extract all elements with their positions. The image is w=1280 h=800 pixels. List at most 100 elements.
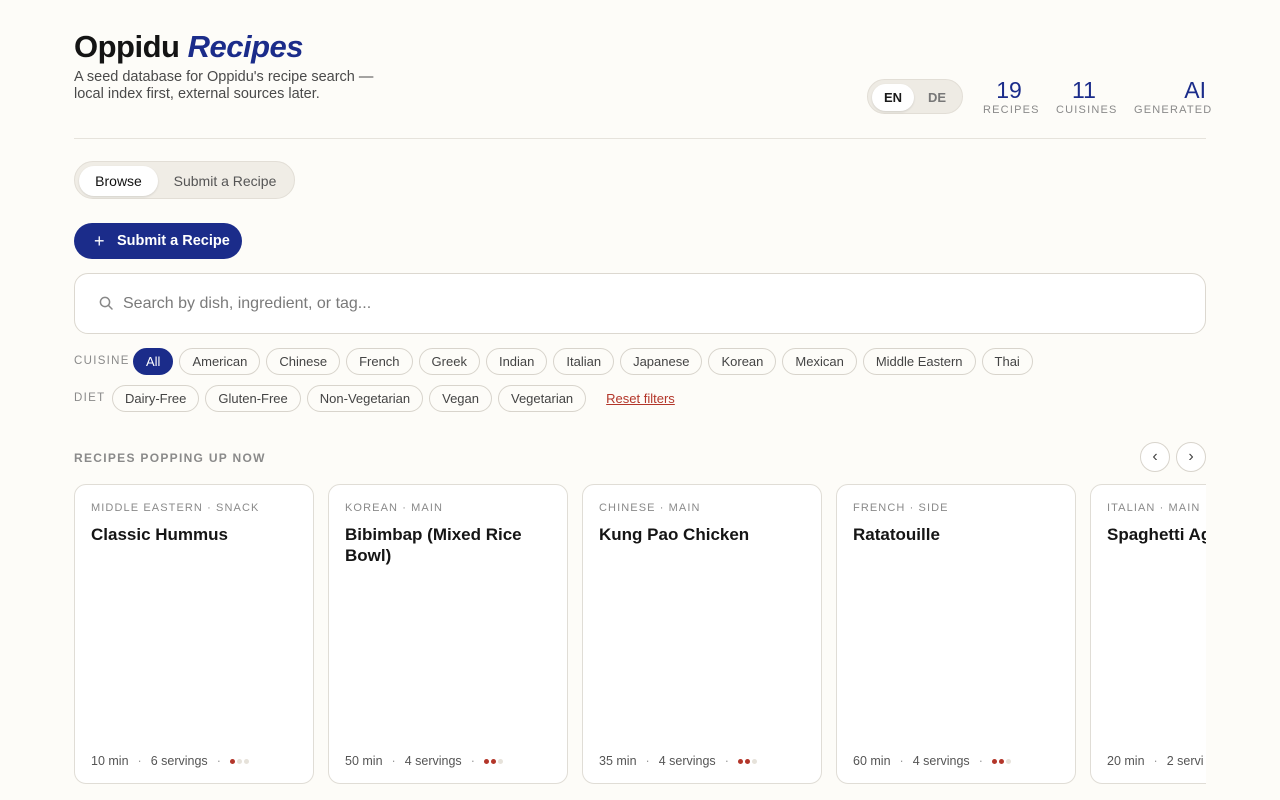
recipe-servings: 4 servings <box>912 754 970 768</box>
cuisine-label: CUISINE <box>74 355 130 367</box>
diet-chip-vegetarian[interactable]: Vegetarian <box>498 385 587 412</box>
difficulty-dot-empty <box>1005 758 1011 764</box>
diet-chip-gluten-free[interactable]: Gluten-Free <box>205 385 301 412</box>
stat-value: AI <box>1184 77 1206 103</box>
recipe-meta: MIDDLE EASTERN · SNACK <box>91 502 260 514</box>
diet-chips: Dairy-Free Gluten-Free Non-Vegetarian Ve… <box>112 385 675 412</box>
recipe-name: Kung Pao Chicken <box>599 525 750 544</box>
difficulty-dots <box>229 758 249 764</box>
recipe-name: Classic Hummus <box>91 525 228 544</box>
recipe-name: Bibimbap (Mixed Rice Bowl) <box>345 525 522 565</box>
recipe-footer: 50 min · 4 servings · <box>345 754 503 768</box>
stat-label: GENERATED <box>1134 104 1213 116</box>
recipe-card[interactable]: CHINESE · MAIN Kung Pao Chicken 35 min · … <box>582 484 822 784</box>
recipe-card[interactable]: MIDDLE EASTERN · SNACK Classic Hummus 10… <box>74 484 314 784</box>
submit-recipe-label: Submit a Recipe <box>117 233 230 249</box>
difficulty-dot-empty <box>243 758 249 764</box>
recipe-card[interactable]: FRENCH · SIDE Ratatouille 60 min · 4 serv… <box>836 484 1076 784</box>
cuisine-chip-greek[interactable]: Greek <box>418 348 480 375</box>
carousel-next-button[interactable]: › <box>1176 442 1206 472</box>
diet-filter-row: DIET Dairy-Free Gluten-Free Non-Vegetari… <box>74 385 1206 412</box>
diet-chip-vegan[interactable]: Vegan <box>429 385 492 412</box>
brand-accent: Recipes <box>187 29 304 64</box>
recipe-time: 10 min <box>91 754 129 768</box>
page-header: Oppidu Recipes A seed database for Oppid… <box>74 0 1213 139</box>
search-input[interactable] <box>123 289 1183 319</box>
language-option-en[interactable]: EN <box>872 84 914 111</box>
difficulty-dot-empty <box>497 758 503 764</box>
diet-chip-non-vegetarian[interactable]: Non-Vegetarian <box>306 385 424 412</box>
stat-label: RECIPES <box>983 104 1040 116</box>
submit-recipe-button[interactable]: + Submit a Recipe <box>74 223 242 259</box>
stat-recipes: 19 RECIPES <box>983 76 1040 116</box>
cuisine-chip-italian[interactable]: Italian <box>553 348 615 375</box>
cuisine-chip-korean[interactable]: Korean <box>708 348 777 375</box>
tab-browse[interactable]: Browse <box>79 166 158 196</box>
plus-icon: + <box>94 231 105 251</box>
difficulty-dot-filled <box>490 758 496 764</box>
section-title: RECIPES POPPING UP NOW <box>74 451 266 465</box>
language-toggle: EN DE <box>867 79 963 114</box>
cuisine-chip-japanese[interactable]: Japanese <box>620 348 703 375</box>
recipe-meta: FRENCH · SIDE <box>853 502 949 514</box>
recipe-meta: KOREAN · MAIN <box>345 502 444 514</box>
recipe-servings: 4 servings <box>658 754 716 768</box>
search-box <box>74 273 1206 334</box>
language-option-de[interactable]: DE <box>916 84 958 111</box>
difficulty-dot-filled <box>744 758 750 764</box>
recipe-card[interactable]: KOREAN · MAIN Bibimbap (Mixed Rice Bowl)… <box>328 484 568 784</box>
difficulty-dot-empty <box>751 758 757 764</box>
recipe-footer: 60 min · 4 servings · <box>853 754 1011 768</box>
view-tabs: Browse Submit a Recipe <box>74 161 295 199</box>
reset-filters-link[interactable]: Reset filters <box>606 385 675 412</box>
recipe-time: 50 min <box>345 754 383 768</box>
difficulty-dots <box>737 758 757 764</box>
stat-value: 19 <box>996 77 1022 103</box>
recipe-footer: 10 min · 6 servings · <box>91 754 249 768</box>
cuisine-chip-american[interactable]: American <box>179 348 261 375</box>
tagline: A seed database for Oppidu's recipe sear… <box>74 69 374 102</box>
cuisine-chip-chinese[interactable]: Chinese <box>266 348 341 375</box>
recipe-footer: 20 min · 2 servi <box>1107 754 1204 768</box>
recipe-servings: 2 servi <box>1166 754 1204 768</box>
cuisine-filter-row: CUISINE All American Chinese French Gree… <box>74 348 1206 375</box>
recipe-carousel: MIDDLE EASTERN · SNACK Classic Hummus 10… <box>74 484 1206 784</box>
diet-chip-dairy-free[interactable]: Dairy-Free <box>112 385 200 412</box>
stat-generated: AI GENERATED <box>1134 76 1213 116</box>
cuisine-chip-thai[interactable]: Thai <box>981 348 1033 375</box>
recipe-servings: 4 servings <box>404 754 462 768</box>
recipe-card[interactable]: ITALIAN · MAIN Spaghetti Ag 20 min · 2 se… <box>1090 484 1206 784</box>
recipe-name: Spaghetti Ag <box>1107 525 1206 544</box>
search-icon <box>99 296 113 310</box>
cuisine-chip-indian[interactable]: Indian <box>485 348 548 375</box>
diet-label: DIET <box>74 392 106 404</box>
stat-value: 11 <box>1072 77 1096 103</box>
recipe-footer: 35 min · 4 servings · <box>599 754 757 768</box>
recipe-meta: CHINESE · MAIN <box>599 502 701 514</box>
difficulty-dots <box>483 758 503 764</box>
cuisine-chip-mexican[interactable]: Mexican <box>782 348 857 375</box>
difficulty-dot-empty <box>236 758 242 764</box>
difficulty-dot-filled <box>483 758 489 764</box>
difficulty-dot-filled <box>737 758 743 764</box>
cuisine-chip-french[interactable]: French <box>346 348 413 375</box>
cuisine-chip-middle-eastern[interactable]: Middle Eastern <box>862 348 976 375</box>
brand-name: Oppidu <box>74 29 180 64</box>
recipe-servings: 6 servings <box>150 754 208 768</box>
tab-submit-recipe[interactable]: Submit a Recipe <box>163 166 287 196</box>
stat-cuisines: 11 CUISINES <box>1056 76 1118 116</box>
cuisine-chips: All American Chinese French Greek Indian… <box>133 348 1033 375</box>
brand-title: Oppidu Recipes <box>74 29 304 65</box>
recipe-time: 35 min <box>599 754 637 768</box>
recipe-time: 20 min <box>1107 754 1145 768</box>
cuisine-chip-all[interactable]: All <box>133 348 174 375</box>
difficulty-dot-filled <box>229 758 235 764</box>
recipe-time: 60 min <box>853 754 891 768</box>
difficulty-dot-filled <box>991 758 997 764</box>
stat-label: CUISINES <box>1056 104 1118 116</box>
recipe-meta: ITALIAN · MAIN <box>1107 502 1201 514</box>
recipe-name: Ratatouille <box>853 525 940 544</box>
carousel-prev-button[interactable]: ‹ <box>1140 442 1170 472</box>
difficulty-dots <box>991 758 1011 764</box>
difficulty-dot-filled <box>998 758 1004 764</box>
